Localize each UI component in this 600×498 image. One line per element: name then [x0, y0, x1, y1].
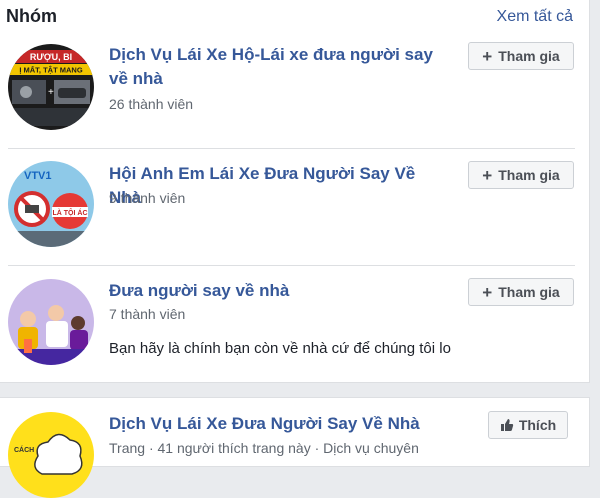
avatar-1-banner-text: RƯỢU, BI — [30, 52, 72, 62]
join-group-button-1[interactable]: + Tham gia — [468, 42, 574, 70]
group-members-1: 26 thành viên — [109, 96, 194, 112]
group-item-3: Đưa người say về nhà 7 thành viên Bạn hã… — [0, 278, 589, 379]
group-avatar-1[interactable]: RƯỢU, BI Ị MẤT, TẬT MANG + — [8, 44, 94, 130]
page-avatar-image: CÁCH — [8, 412, 94, 498]
divider-1 — [8, 148, 575, 149]
group-avatar-2[interactable]: VTV1 LÀ TỘI ÁC — [8, 161, 94, 247]
group-members-3: 7 thành viên — [109, 306, 186, 322]
page-meta: Trang · 41 người thích trang này · Dịch … — [109, 440, 419, 456]
avatar-1-banner-text-2: Ị MẤT, TẬT MANG — [19, 65, 82, 75]
group-avatar-1-image: RƯỢU, BI Ị MẤT, TẬT MANG + — [8, 44, 94, 130]
join-group-button-2[interactable]: + Tham gia — [468, 161, 574, 189]
page-name[interactable]: Dịch Vụ Lái Xe Đưa Người Say Về Nhà — [109, 412, 469, 436]
like-label: Thích — [518, 417, 557, 433]
page-background-strip — [590, 0, 600, 450]
group-members-2: 9 thành viên — [109, 190, 186, 206]
group-item-2: VTV1 LÀ TỘI ÁC Hội Anh Em Lái Xe Đưa Ngư… — [0, 161, 589, 261]
group-avatar-2-image: VTV1 LÀ TỘI ÁC — [8, 161, 94, 247]
group-name-1[interactable]: Dịch Vụ Lái Xe Hộ-Lái xe đưa người say v… — [109, 43, 449, 91]
join-label-2: Tham gia — [498, 167, 560, 183]
plus-icon: + — [482, 46, 493, 66]
group-avatar-3[interactable] — [8, 279, 94, 365]
avatar-2-channel-text: VTV1 — [24, 170, 52, 182]
group-item-1: RƯỢU, BI Ị MẤT, TẬT MANG + Dịch Vụ Lái X… — [0, 41, 589, 141]
plus-icon: + — [482, 165, 493, 185]
groups-header: Nhóm Xem tất cả — [0, 0, 589, 37]
group-avatar-3-image — [8, 279, 94, 365]
avatar-2-sign-text: LÀ TỘI ÁC — [53, 208, 88, 217]
groups-card: Nhóm Xem tất cả RƯỢU, BI Ị MẤT, TẬT MANG… — [0, 0, 590, 383]
groups-title: Nhóm — [6, 6, 57, 26]
join-label-3: Tham gia — [498, 284, 560, 300]
like-page-button[interactable]: Thích — [488, 411, 568, 439]
group-name-3[interactable]: Đưa người say về nhà — [109, 279, 449, 303]
join-label-1: Tham gia — [498, 48, 560, 64]
page-result-card: CÁCH Dịch Vụ Lái Xe Đưa Người Say Về Nhà… — [0, 397, 590, 498]
divider-2 — [8, 265, 575, 266]
thumbs-up-icon — [500, 419, 513, 431]
join-group-button-3[interactable]: + Tham gia — [468, 278, 574, 306]
see-all-link[interactable]: Xem tất cả — [497, 8, 573, 26]
plus-icon: + — [482, 282, 493, 302]
group-description-3: Bạn hãy là chính bạn còn về nhà cứ để ch… — [109, 340, 451, 357]
svg-text:+: + — [48, 87, 54, 98]
page-avatar[interactable]: CÁCH — [8, 412, 94, 498]
